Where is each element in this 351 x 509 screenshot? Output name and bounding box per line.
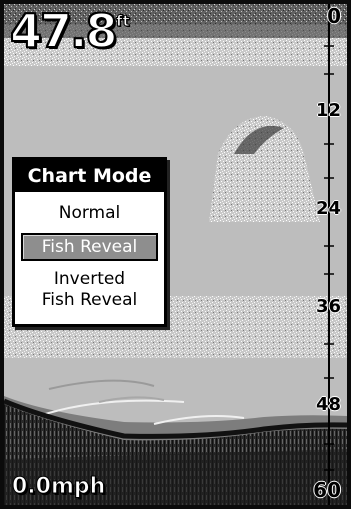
depth-scale-label-36: 36	[315, 296, 341, 317]
chart-mode-menu: Chart Mode Normal Fish Reveal Inverted F…	[12, 157, 167, 327]
depth-scale-label-12: 12	[315, 100, 341, 121]
menu-item-inverted-line2: Fish Reveal	[41, 290, 138, 310]
menu-item-inverted-fish-reveal[interactable]: Inverted Fish Reveal	[15, 269, 164, 311]
menu-item-fish-reveal[interactable]: Fish Reveal	[21, 233, 158, 261]
sonar-screen: 47.8 ft 0 12 24 36 48 60 0.0mph Chart Mo…	[0, 0, 351, 509]
depth-readout: 47.8	[9, 4, 118, 58]
depth-unit: ft	[116, 12, 131, 31]
chart-mode-menu-title: Chart Mode	[15, 160, 164, 192]
depth-scale-label-24: 24	[315, 198, 341, 219]
depth-scale-label-0: 0	[327, 4, 341, 28]
speed-readout: 0.0mph	[11, 474, 106, 500]
menu-item-normal[interactable]: Normal	[15, 202, 164, 224]
menu-item-inverted-line1: Inverted	[53, 269, 126, 289]
depth-scale-label-60: 60	[313, 478, 341, 502]
depth-scale-label-48: 48	[315, 394, 341, 415]
